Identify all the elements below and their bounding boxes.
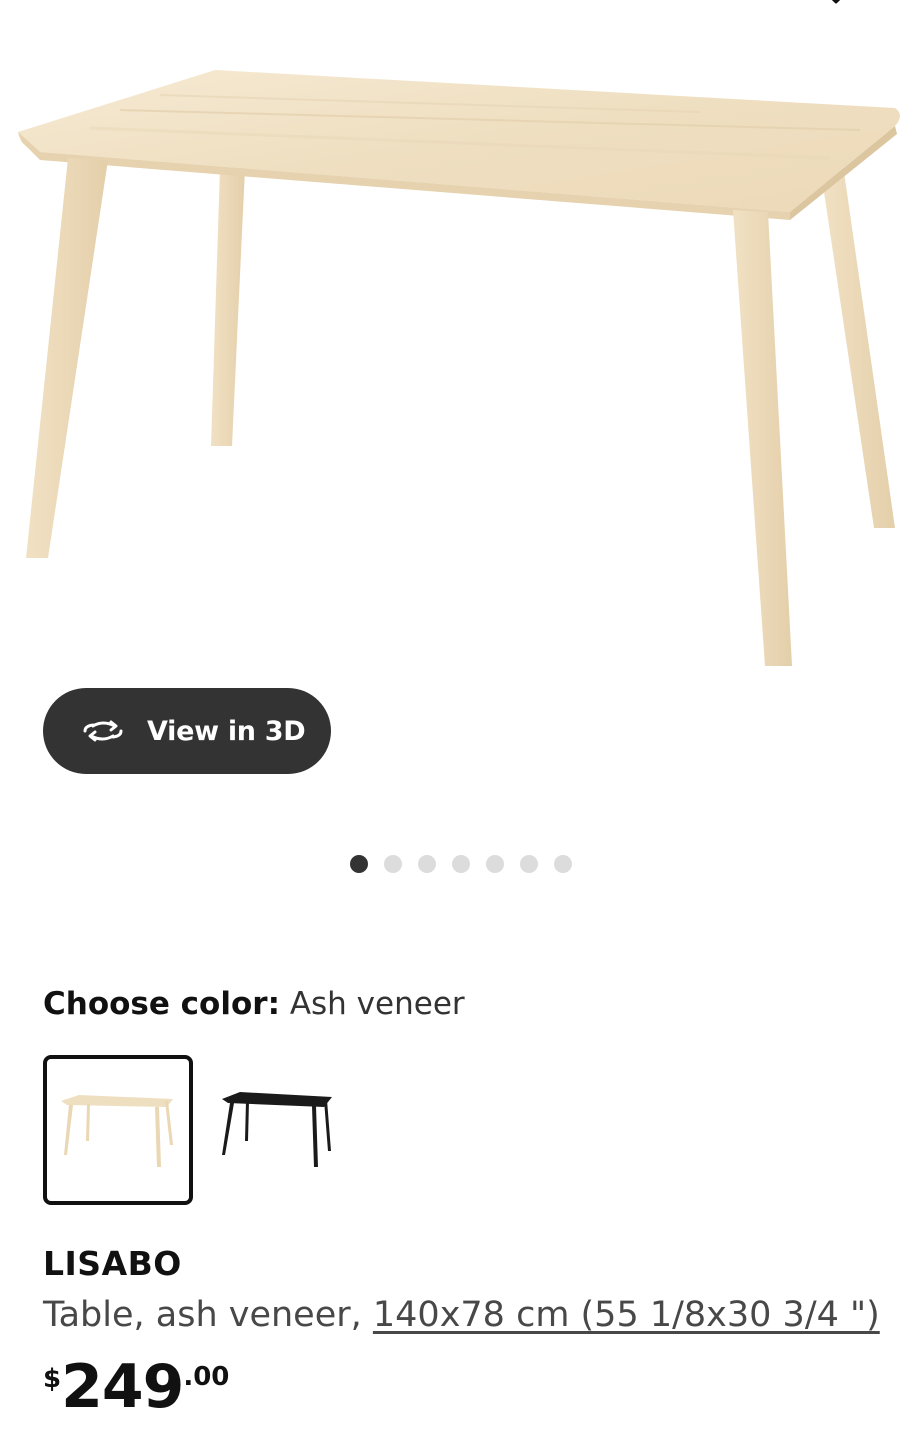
carousel-indicator — [350, 855, 572, 873]
price-currency: $ — [43, 1364, 62, 1394]
product-description: Table, ash veneer, 140x78 cm (55 1/8x30 … — [43, 1295, 880, 1335]
color-chooser-label: Choose color: — [43, 986, 280, 1022]
price-decimal: .00 — [183, 1362, 230, 1392]
carousel-dot[interactable] — [350, 855, 368, 873]
product-description-text: Table, ash veneer, — [43, 1295, 373, 1335]
ash-table-thumbnail — [61, 1095, 173, 1167]
carousel-dot[interactable] — [418, 855, 436, 873]
product-dimensions-link[interactable]: 140x78 cm (55 1/8x30 3/4 ") — [373, 1295, 880, 1335]
color-option-ash-veneer[interactable] — [43, 1055, 193, 1205]
rotate-3d-icon — [83, 720, 123, 742]
view-in-3d-label: View in 3D — [147, 715, 306, 747]
price-integer: 249 — [61, 1352, 184, 1422]
black-table-thumbnail — [222, 1092, 332, 1167]
selected-color-value: Ash veneer — [289, 986, 465, 1022]
carousel-dot[interactable] — [384, 855, 402, 873]
carousel-dot[interactable] — [554, 855, 572, 873]
product-price: $ 249 .00 — [43, 1352, 229, 1422]
carousel-dot[interactable] — [520, 855, 538, 873]
color-chooser-heading: Choose color: Ash veneer — [43, 986, 465, 1022]
carousel-dot[interactable] — [452, 855, 470, 873]
product-image[interactable] — [0, 40, 923, 680]
product-name: LISABO — [43, 1244, 182, 1283]
color-option-black[interactable] — [200, 1055, 350, 1205]
carousel-dot[interactable] — [486, 855, 504, 873]
heart-icon[interactable] — [818, 0, 854, 14]
view-in-3d-button[interactable]: View in 3D — [43, 688, 331, 774]
